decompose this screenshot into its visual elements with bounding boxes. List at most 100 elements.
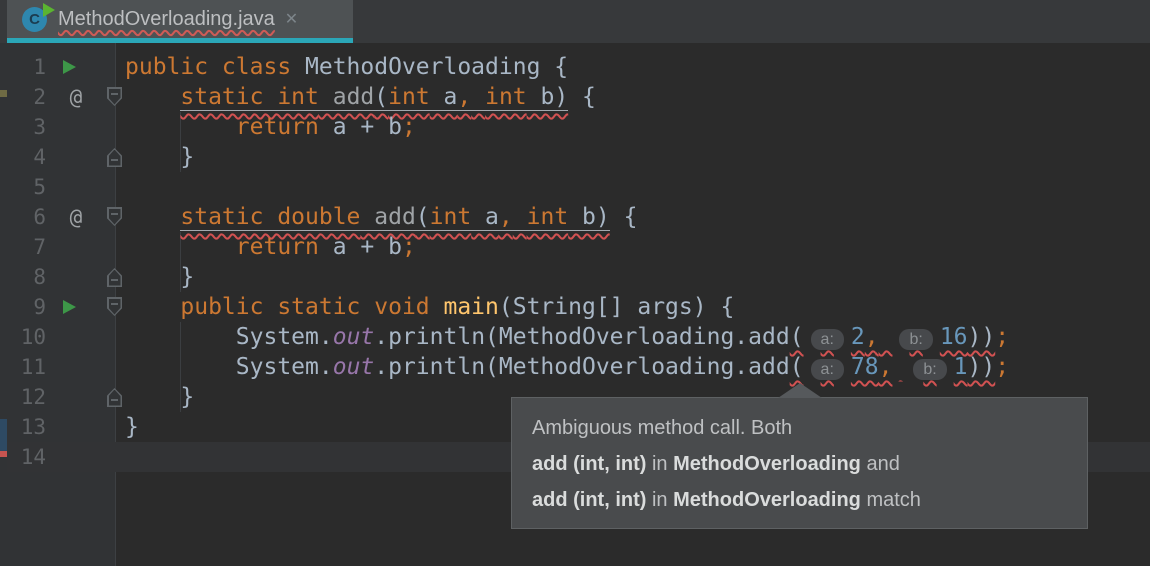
code-token: main <box>429 294 499 320</box>
line-number: 1 <box>33 55 46 79</box>
code-token: .println(MethodOverloading.add <box>374 354 790 380</box>
parameter-hint: b: <box>913 359 947 380</box>
code-token: a <box>471 204 499 230</box>
code-text: } <box>125 382 194 412</box>
run-overlay-icon <box>43 3 55 17</box>
at-gutter-icon[interactable]: @ <box>62 82 90 112</box>
fold-marker-fill <box>108 269 121 286</box>
code-token: b) <box>526 84 569 110</box>
fold-marker-top[interactable] <box>107 87 122 106</box>
code-token: add <box>318 84 375 110</box>
code-token: ( <box>415 204 430 230</box>
run-icon[interactable] <box>63 60 76 74</box>
tooltip-bold-text: MethodOverloading <box>673 489 861 511</box>
code-segment: } <box>125 384 194 410</box>
code-token: .println(MethodOverloading.add <box>374 324 790 350</box>
code-line[interactable]: 1 public class MethodOverloading { <box>7 52 1150 82</box>
minus-icon <box>111 93 118 95</box>
error-call-args: (a: 2, b: 16)) <box>790 324 996 350</box>
code-segment: } <box>125 414 139 440</box>
fold-marker-bottom[interactable] <box>107 388 122 407</box>
minus-icon <box>111 279 118 281</box>
tooltip-line: Ambiguous method call. Both <box>532 410 1067 446</box>
code-token: a <box>429 84 458 110</box>
code-text: System.out.println(MethodOverloading.add… <box>125 352 1009 382</box>
code-token: a + b <box>318 234 402 260</box>
fold-marker-top[interactable] <box>107 207 122 226</box>
error-tooltip: Ambiguous method call. Both add (int, int… <box>511 383 1088 529</box>
code-line[interactable]: 10 System.out.println(MethodOverloading.… <box>7 322 1150 352</box>
fold-marker-fill <box>108 88 121 105</box>
code-line[interactable]: 6 @ static double add(int a, int b) { <box>7 202 1150 232</box>
code-line[interactable]: 8 } <box>7 262 1150 292</box>
code-line[interactable]: 7 return a + b; <box>7 232 1150 262</box>
code-token: a + b <box>318 114 402 140</box>
code-token: static int <box>180 84 319 110</box>
line-number: 10 <box>20 325 46 349</box>
code-token: , <box>878 354 893 380</box>
code-token: )) <box>967 354 996 380</box>
tooltip-text: match <box>860 489 921 511</box>
code-line[interactable]: 3 return a + b; <box>7 112 1150 142</box>
code-token: ; <box>401 234 416 260</box>
code-text: } <box>125 262 194 292</box>
line-number: 8 <box>33 265 46 289</box>
fold-marker-fill <box>108 389 121 406</box>
code-text: System.out.println(MethodOverloading.add… <box>125 322 1009 352</box>
code-token: 78 <box>850 354 879 380</box>
stripe-mark-red <box>0 451 7 457</box>
stripe-mark-yellow <box>0 90 7 97</box>
code-token: ( <box>789 354 804 380</box>
at-gutter-icon[interactable]: @ <box>62 202 90 232</box>
class-letter: C <box>29 11 40 28</box>
fold-marker-bottom[interactable] <box>107 268 122 287</box>
line-number: 13 <box>20 415 46 439</box>
line-number: 12 <box>20 385 46 409</box>
code-segment: return a + b; <box>125 234 416 260</box>
code-token: System. <box>125 354 333 380</box>
code-line[interactable]: 5 <box>7 172 1150 202</box>
code-text: return a + b; <box>125 232 416 262</box>
parameter-hint: a: <box>810 329 844 350</box>
code-segment: return a + b; <box>125 114 416 140</box>
tab-title: MethodOverloading.java <box>58 7 275 30</box>
fold-marker-top[interactable] <box>107 297 122 316</box>
code-token: { <box>568 84 596 110</box>
code-line[interactable]: 2 @ static int add(int a, int b) { <box>7 82 1150 112</box>
tab-close-icon[interactable]: ✕ <box>285 11 298 27</box>
editor-tab-bar: C MethodOverloading.java ✕ <box>0 0 1150 43</box>
left-stripe <box>0 43 7 566</box>
code-token: System. <box>125 324 333 350</box>
code-line[interactable]: 4 } <box>7 142 1150 172</box>
code-token: 2 <box>850 324 865 350</box>
code-token: )) <box>967 324 996 350</box>
run-icon[interactable] <box>63 300 76 314</box>
code-token: } <box>125 144 195 170</box>
code-line[interactable]: 11 System.out.println(MethodOverloading.… <box>7 352 1150 382</box>
code-token: ; <box>995 354 1010 380</box>
code-token: return <box>235 234 319 260</box>
error-signature: static int add(int a, int b) <box>180 84 569 111</box>
code-token: , <box>498 204 513 230</box>
code-segment: } <box>125 264 194 290</box>
line-number: 5 <box>33 175 46 199</box>
code-segment: { <box>610 204 638 230</box>
code-segment: ; <box>995 324 1009 350</box>
tooltip-bold-text: add (int, int) <box>532 453 647 475</box>
tooltip-arrow <box>778 383 822 398</box>
java-class-icon: C <box>22 3 55 32</box>
minus-icon <box>111 399 118 401</box>
tooltip-bold-text: add (int, int) <box>532 489 647 511</box>
editor-tab[interactable]: C MethodOverloading.java ✕ <box>7 0 353 43</box>
code-line[interactable]: 9 public static void main(String[] args)… <box>7 292 1150 322</box>
fold-marker-fill <box>108 208 121 225</box>
tooltip-line: add (int, int) in MethodOverloading matc… <box>532 482 1067 518</box>
fold-marker-bottom[interactable] <box>107 148 122 167</box>
code-token: out <box>332 354 375 380</box>
tooltip-line: add (int, int) in MethodOverloading and <box>532 446 1067 482</box>
tooltip-text: in <box>646 453 674 475</box>
